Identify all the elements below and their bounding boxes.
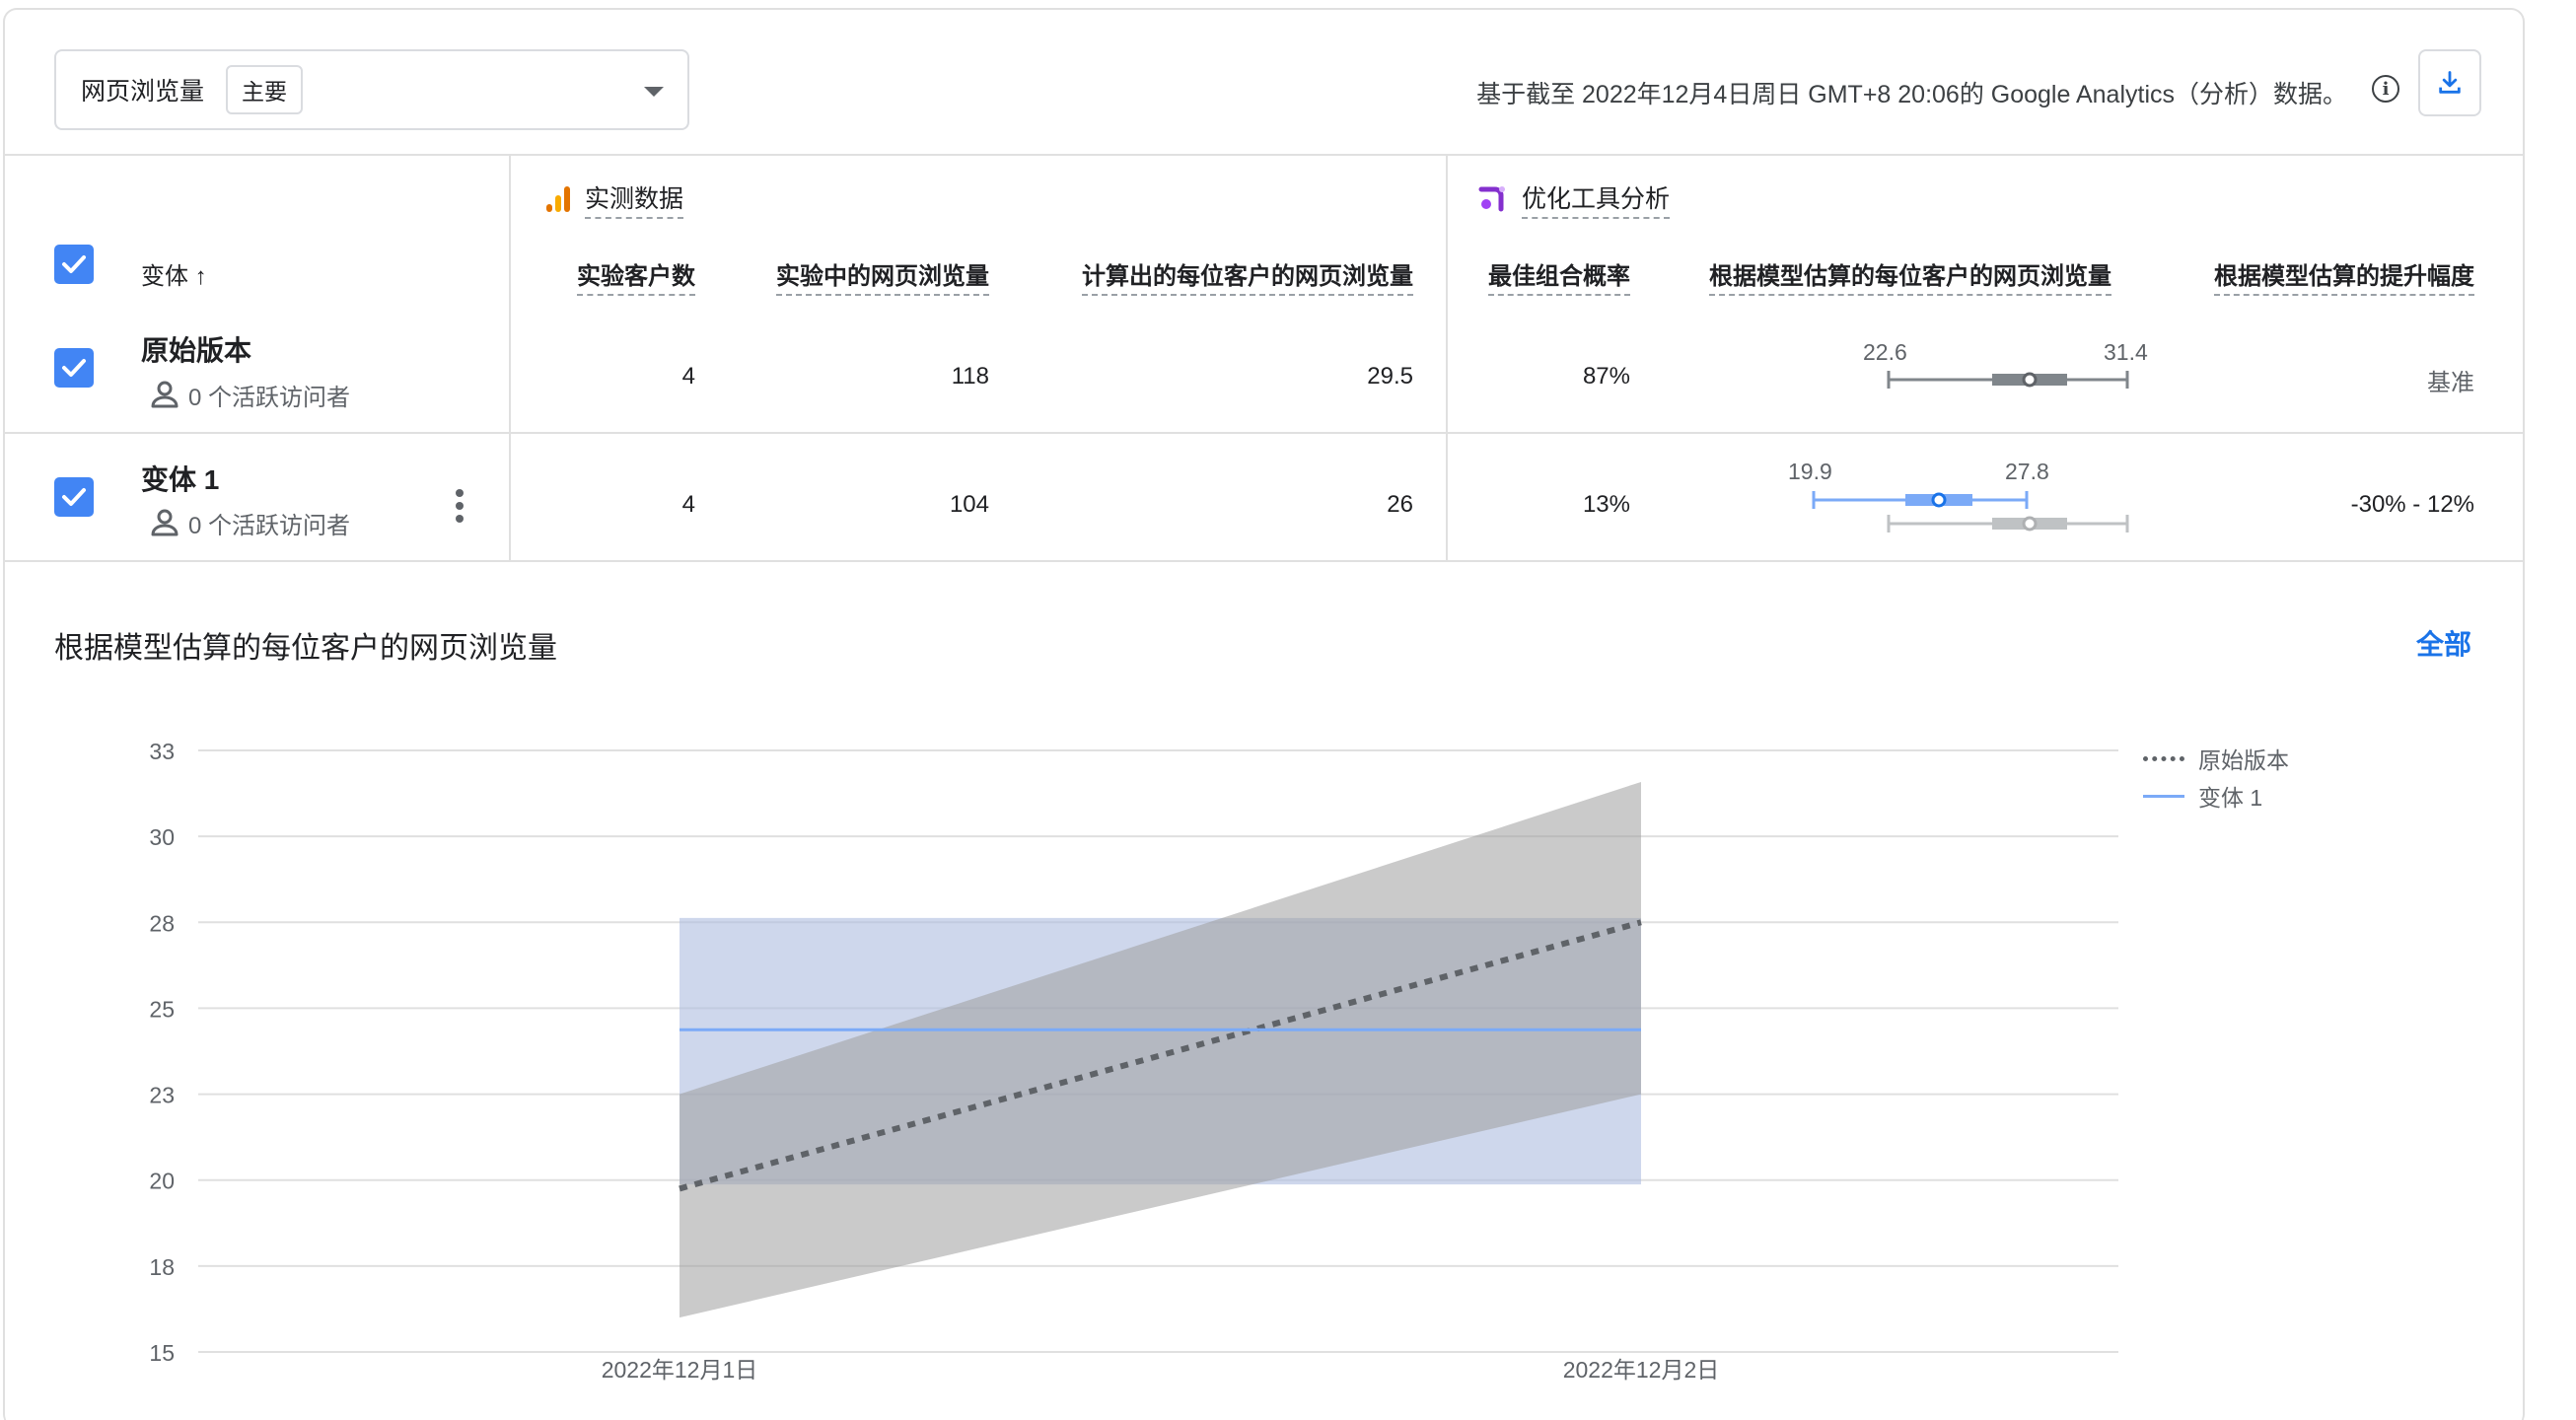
observed-data-title[interactable]: 实测数据	[585, 179, 684, 219]
y-tick-label: 33	[149, 739, 175, 764]
active-visitors: 0 个活跃访问者	[147, 377, 350, 412]
per-user-value: 26	[1387, 491, 1413, 518]
data-freshness-note: 基于截至 2022年12月4日周日 GMT+8 20:06的 Google An…	[1476, 81, 2347, 108]
row-checkbox-variant-1[interactable]	[54, 477, 94, 517]
divider	[5, 154, 2523, 156]
lift-value: 基准	[2427, 370, 2474, 396]
best-probability-value: 87%	[1582, 363, 1630, 390]
y-tick-label: 20	[149, 1169, 175, 1194]
ci-bar-variant-1	[1812, 491, 2029, 509]
download-button[interactable]	[2418, 49, 2481, 116]
analytics-icon	[546, 186, 570, 212]
primary-chip: 主要	[226, 65, 304, 114]
variant-column-header[interactable]: 变体 ↑	[141, 256, 207, 294]
per-user-column-header[interactable]: 计算出的每位客户的网页浏览量	[1082, 256, 1413, 296]
divider	[1446, 154, 1448, 560]
confidence-band-original	[680, 781, 1641, 1318]
line-chart: 33 30 28 25 23 20 18 15 2022年12月1日 2022年12月2日	[149, 739, 2118, 1383]
ci-bar-original-reference	[1887, 515, 2129, 532]
metric-select[interactable]: 网页浏览量 主要	[54, 49, 689, 130]
pageviews-value: 118	[951, 363, 989, 390]
divider	[509, 154, 511, 560]
pageviews-column-header[interactable]: 实验中的网页浏览量	[776, 256, 989, 296]
metric-label: 网页浏览量	[81, 78, 205, 106]
modeled-per-user-column-header[interactable]: 根据模型估算的每位客户的网页浏览量	[1709, 256, 2111, 296]
users-value: 4	[681, 363, 695, 390]
per-user-value: 29.5	[1367, 363, 1413, 390]
observed-data-group: 实测数据	[545, 179, 684, 219]
lift-value: -30% - 12%	[2350, 491, 2474, 518]
ci-bar-original	[1887, 371, 2129, 389]
select-all-checkbox[interactable]	[54, 245, 94, 284]
person-icon	[151, 381, 179, 408]
optimizer-analysis-title[interactable]: 优化工具分析	[1522, 179, 1671, 219]
optimizer-analysis-group: 优化工具分析	[1478, 179, 1671, 219]
y-tick-label: 25	[149, 996, 175, 1022]
x-tick-label: 2022年12月2日	[1563, 1357, 1720, 1383]
y-tick-label: 23	[149, 1083, 175, 1108]
y-tick-label: 28	[149, 910, 175, 936]
pageviews-value: 104	[949, 491, 989, 518]
chevron-down-icon	[644, 87, 664, 97]
active-visitors: 0 个活跃访问者	[147, 505, 350, 540]
active-visitors-label: 0 个活跃访问者	[188, 384, 351, 411]
chart-title: 根据模型估算的每位客户的网页浏览量	[54, 632, 557, 665]
best-probability-column-header[interactable]: 最佳组合概率	[1488, 256, 1630, 296]
all-link[interactable]: 全部	[2416, 623, 2471, 663]
more-options-icon[interactable]	[456, 489, 465, 528]
info-icon[interactable]: i	[2372, 75, 2399, 103]
experiment-report-card: 网页浏览量 主要 基于截至 2022年12月4日周日 GMT+8 20:06的 …	[3, 8, 2525, 1420]
person-icon	[151, 509, 179, 536]
variant-name[interactable]: 变体 1	[141, 459, 219, 498]
download-icon	[2439, 71, 2461, 94]
best-probability-value: 13%	[1582, 491, 1630, 518]
optimize-icon	[1478, 186, 1505, 212]
modeled-lift-column-header[interactable]: 根据模型估算的提升幅度	[2214, 256, 2474, 296]
x-tick-label: 2022年12月1日	[602, 1357, 758, 1383]
y-tick-label: 18	[149, 1254, 175, 1280]
users-column-header[interactable]: 实验客户数	[577, 256, 695, 296]
variant-name[interactable]: 原始版本	[141, 329, 251, 369]
divider	[5, 560, 2523, 562]
y-tick-label: 30	[149, 824, 175, 850]
row-checkbox-original[interactable]	[54, 348, 94, 388]
users-value: 4	[681, 491, 695, 518]
ci-plots	[1812, 371, 2129, 532]
y-tick-label: 15	[149, 1340, 175, 1366]
active-visitors-label: 0 个活跃访问者	[188, 512, 351, 539]
